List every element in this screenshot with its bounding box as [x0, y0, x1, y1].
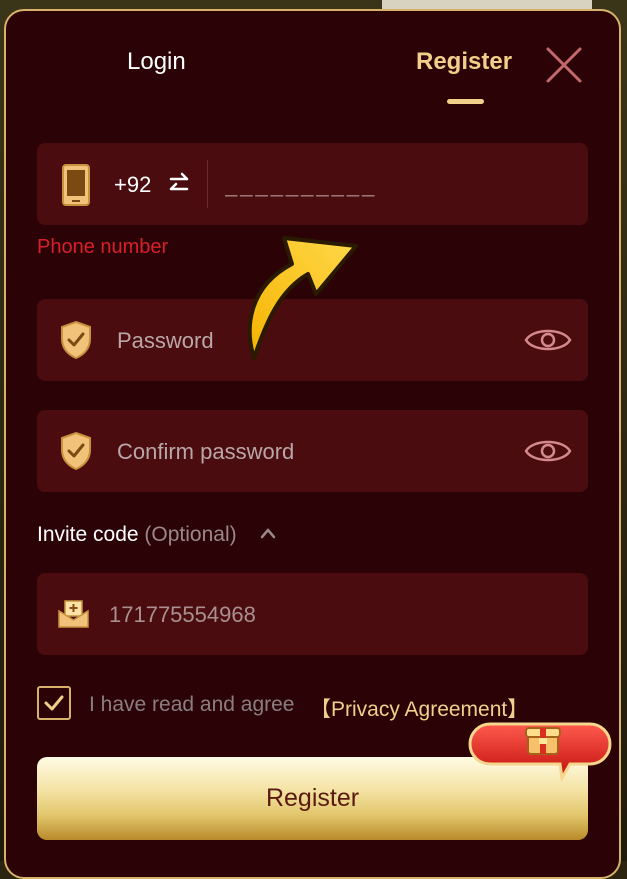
- invite-mail-icon: [58, 600, 89, 628]
- phone-field: +92: [37, 143, 588, 225]
- invite-code-input[interactable]: [107, 597, 511, 633]
- shield-icon: [61, 320, 91, 360]
- shield-icon: [61, 431, 91, 471]
- phone-icon: [62, 164, 90, 206]
- eye-icon[interactable]: [523, 323, 573, 357]
- arrow-pointer-icon: [247, 236, 358, 360]
- check-icon: [44, 695, 64, 711]
- tab-register[interactable]: Register: [416, 48, 512, 76]
- country-code[interactable]: +92: [114, 172, 151, 198]
- close-icon: [546, 47, 582, 83]
- close-button[interactable]: [543, 44, 585, 86]
- invite-code-label: Invite code (Optional): [37, 523, 237, 547]
- phone-input[interactable]: [223, 165, 567, 205]
- tab-active-indicator: [447, 99, 484, 104]
- swap-icon[interactable]: [168, 171, 190, 197]
- privacy-agreement-link[interactable]: 【Privacy Agreement】: [310, 693, 528, 723]
- agreement-checkbox[interactable]: [37, 686, 71, 720]
- invite-code-field: [37, 573, 588, 655]
- chevron-up-icon[interactable]: [259, 526, 277, 540]
- gift-badge[interactable]: [466, 720, 614, 786]
- phone-divider: [207, 160, 208, 208]
- invite-code-label-text: Invite code: [37, 523, 139, 546]
- confirm-password-field: [37, 410, 588, 492]
- agreement-text: I have read and agree: [89, 693, 295, 716]
- confirm-password-input[interactable]: [115, 434, 499, 470]
- eye-icon[interactable]: [523, 434, 573, 468]
- gift-icon: [468, 722, 612, 783]
- invite-code-optional: (Optional): [144, 523, 237, 546]
- phone-error-message: Phone number: [37, 236, 169, 258]
- tab-login[interactable]: Login: [127, 48, 186, 76]
